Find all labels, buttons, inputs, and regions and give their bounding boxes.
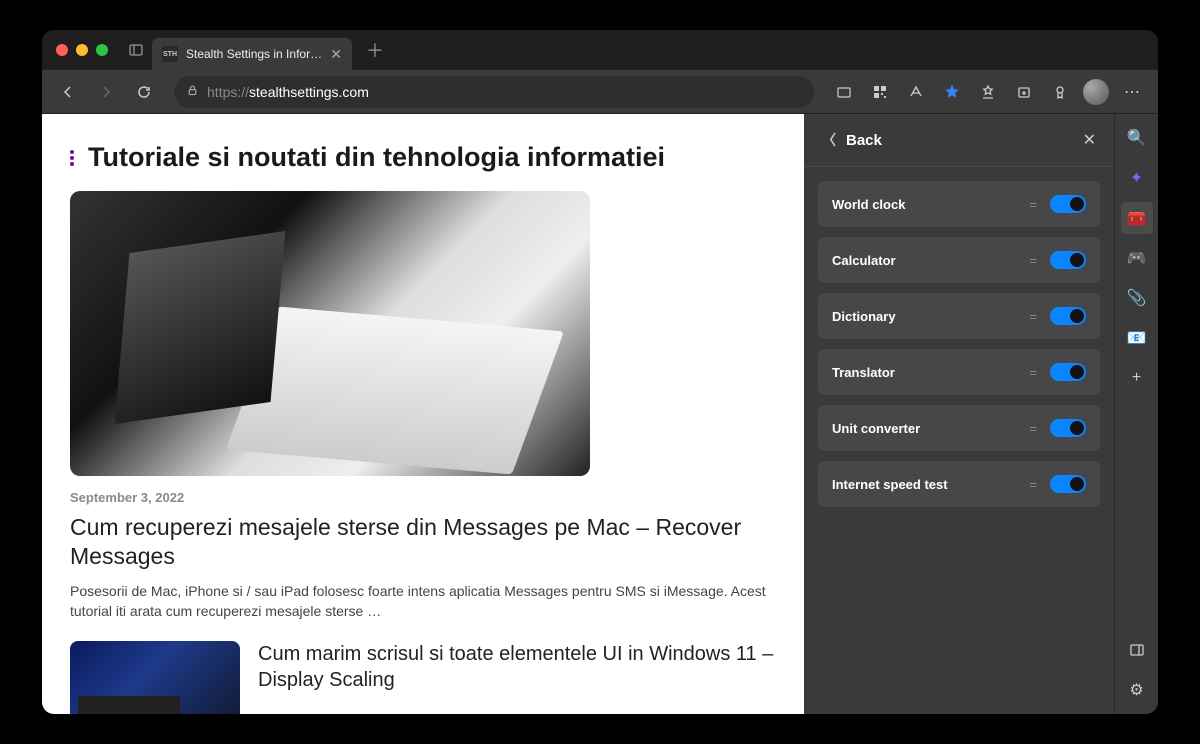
rail-office-icon[interactable]: 📎 [1121,282,1153,314]
browser-window: STH Stealth Settings in Information ✕ ＋ … [42,30,1158,714]
post2-thumbnail[interactable] [70,641,240,714]
post1-title[interactable]: Cum recuperezi mesajele sterse din Messa… [70,513,776,571]
drag-handle-icon[interactable]: = [1029,477,1038,492]
drag-handle-icon[interactable]: = [1029,309,1038,324]
tool-label: Translator [832,365,1029,380]
tool-toggle[interactable] [1050,363,1086,381]
favorites-list-icon[interactable] [972,76,1004,108]
rail-search-icon[interactable]: 🔍 [1121,122,1153,154]
address-bar[interactable]: https://stealthsettings.com [174,76,814,108]
body: Tutoriale si noutati din tehnologia info… [42,114,1158,714]
back-button[interactable] [52,76,84,108]
drag-handle-icon[interactable]: = [1029,365,1038,380]
tool-translator: Translator = [818,349,1100,395]
close-tab-icon[interactable]: ✕ [330,46,342,63]
post1-excerpt: Posesorii de Mac, iPhone si / sau iPad f… [70,581,776,622]
refresh-button[interactable] [128,76,160,108]
tool-calculator: Calculator = [818,237,1100,283]
rail-outlook-icon[interactable]: 📧 [1121,322,1153,354]
tool-toggle[interactable] [1050,475,1086,493]
tool-label: Unit converter [832,421,1029,436]
lock-icon [186,84,199,100]
tool-internet-speed-test: Internet speed test = [818,461,1100,507]
page-heading-row: Tutoriale si noutati din tehnologia info… [70,142,776,173]
read-aloud-icon[interactable] [900,76,932,108]
drag-handle-icon[interactable]: = [1029,197,1038,212]
tool-label: Calculator [832,253,1029,268]
favorite-star-icon[interactable] [936,76,968,108]
rewards-icon[interactable] [1044,76,1076,108]
tool-dictionary: Dictionary = [818,293,1100,339]
tool-world-clock: World clock = [818,181,1100,227]
tab-title: Stealth Settings in Information [186,47,322,61]
tool-label: World clock [832,197,1029,212]
tool-label: Dictionary [832,309,1029,324]
rail-settings-icon[interactable]: ⚙ [1121,674,1153,706]
toolbar: https://stealthsettings.com ⋯ [42,70,1158,114]
collections-icon[interactable] [1008,76,1040,108]
post2-title[interactable]: Cum marim scrisul si toate elementele UI… [258,641,776,693]
menu-dots-icon[interactable] [70,150,74,166]
forward-button[interactable] [90,76,122,108]
url-text: https://stealthsettings.com [207,84,802,100]
drag-handle-icon[interactable]: = [1029,421,1038,436]
more-menu-icon[interactable]: ⋯ [1116,76,1148,108]
sidebar-panel: 〈 Back ✕ World clock = Calculator = Dict… [804,114,1114,714]
titlebar: STH Stealth Settings in Information ✕ ＋ [42,30,1158,70]
tool-toggle[interactable] [1050,251,1086,269]
tool-unit-converter: Unit converter = [818,405,1100,451]
rail-copilot-icon[interactable]: ✦ [1121,162,1153,194]
toolbar-actions: ⋯ [828,76,1148,108]
post2-row: Cum marim scrisul si toate elementele UI… [70,641,776,714]
vertical-rail: 🔍 ✦ 🧰 🎮 📎 📧 + ⚙ [1114,114,1158,714]
new-tab-button[interactable]: ＋ [366,37,384,63]
tab-overview-icon[interactable] [128,42,144,58]
drag-handle-icon[interactable]: = [1029,253,1038,268]
tool-toggle[interactable] [1050,195,1086,213]
sidebar-header: 〈 Back ✕ [804,114,1114,167]
sidebar-close-icon[interactable]: ✕ [1083,130,1096,150]
tool-label: Internet speed test [832,477,1029,492]
rail-collapse-icon[interactable] [1121,634,1153,666]
page-content: Tutoriale si noutati din tehnologia info… [42,114,804,714]
minimize-window[interactable] [76,44,88,56]
chevron-left-icon: 〈 [822,130,836,150]
post1-date: September 3, 2022 [70,490,776,505]
page-title: Tutoriale si noutati din tehnologia info… [88,142,665,173]
rail-games-icon[interactable]: 🎮 [1121,242,1153,274]
tool-toggle[interactable] [1050,419,1086,437]
maximize-window[interactable] [96,44,108,56]
browser-tab[interactable]: STH Stealth Settings in Information ✕ [152,38,352,70]
close-window[interactable] [56,44,68,56]
tool-toggle[interactable] [1050,307,1086,325]
post1-hero-image[interactable] [70,191,590,476]
qr-icon[interactable] [864,76,896,108]
rail-add-icon[interactable]: + [1121,362,1153,394]
sidebar-back-button[interactable]: 〈 Back [822,130,882,150]
profile-avatar[interactable] [1080,76,1112,108]
sidebar-back-label: Back [846,132,882,149]
rail-tools-icon[interactable]: 🧰 [1121,202,1153,234]
tab-favicon: STH [162,46,178,62]
screenshot-icon[interactable] [828,76,860,108]
window-controls [56,44,108,56]
tools-list: World clock = Calculator = Dictionary = … [804,167,1114,521]
